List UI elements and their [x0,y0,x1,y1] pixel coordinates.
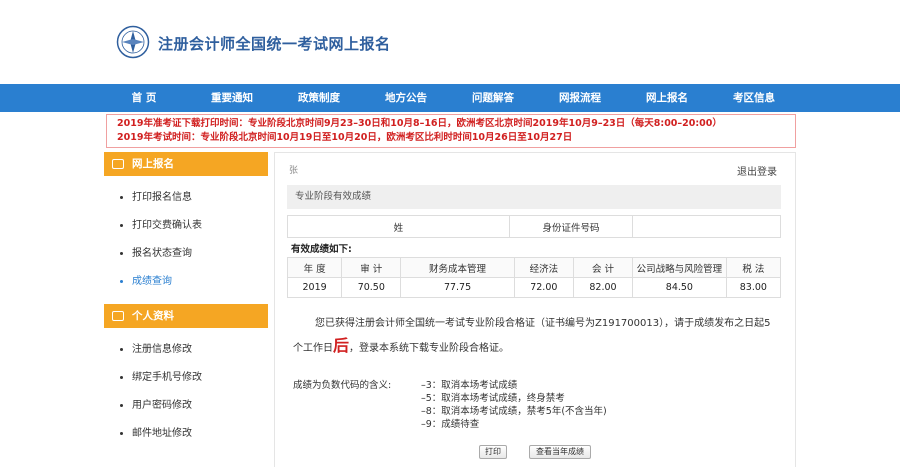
score-cell: 82.00 [572,277,634,298]
column-header: 经济法 [513,257,574,278]
sidebar-item-label: 邮件地址修改 [132,428,192,439]
column-header: 税 法 [725,257,782,278]
score-cell: 2019 [286,277,343,298]
sidebar-head-label: 个人资料 [132,310,174,322]
score-cell: 84.50 [632,277,727,298]
code-item: –9：成绩待查 [421,419,480,430]
sidebar-item-label: 打印交费确认表 [132,220,202,231]
sidebar-item-edit-password[interactable]: 用户密码修改 [120,392,268,420]
notice-exam-time: 2019年考试时间：专业阶段北京时间10月19日至10月20日，欧洲考区比利时时… [117,132,573,143]
sidebar-list-profile: 注册信息修改 绑定手机号修改 用户密码修改 邮件地址修改 [104,328,268,456]
column-header: 审 计 [341,257,402,278]
column-header: 年 度 [286,257,343,278]
name-label: 姓 [287,215,510,238]
certificate-text-emphasis: 后 [333,336,350,355]
bullet-icon [120,403,123,407]
certificate-text-2: ，登录本系统下载专业阶段合格证。 [349,343,510,354]
cicpa-logo-icon[interactable] [116,25,150,59]
sidebar-item-edit-registration[interactable]: 注册信息修改 [120,336,268,364]
main-nav: 首 页 重要通知 政策制度 地方公告 问题解答 网报流程 网上报名 考区信息 [0,84,900,112]
column-header: 会 计 [572,257,634,278]
section-title-bar: 专业阶段有效成绩 [287,185,781,209]
table-row: 2019 70.50 77.75 72.00 82.00 84.50 83.00 [286,277,782,298]
sidebar-item-print-registration[interactable]: 打印报名信息 [120,184,268,212]
score-cell: 77.75 [400,277,515,298]
nav-item-policy[interactable]: 政策制度 [279,84,359,112]
codes-label: 成绩为负数代码的含义: [293,380,392,391]
nav-item-local-announcements[interactable]: 地方公告 [366,84,446,112]
sidebar-item-label: 成绩查询 [132,276,172,287]
sidebar-list-registration: 打印报名信息 打印交费确认表 报名状态查询 成绩查询 [104,176,268,304]
nav-item-process[interactable]: 网报流程 [540,84,620,112]
nav-item-notices[interactable]: 重要通知 [192,84,272,112]
scores-table: 年 度 审 计 财务成本管理 经济法 会 计 公司战略与风险管理 税 法 201… [286,257,782,298]
nav-item-home[interactable]: 首 页 [104,84,184,112]
code-item: –5：取消本场考试成绩，终身禁考 [421,393,565,404]
bullet-icon [120,223,123,227]
header: 注册会计师全国统一考试网上报名 [0,0,900,84]
id-value [632,215,781,238]
nav-item-exam-areas[interactable]: 考区信息 [714,84,794,112]
code-item: –3：取消本场考试成绩 [421,380,518,391]
bullet-icon [120,347,123,351]
sidebar-item-label: 打印报名信息 [132,192,192,203]
monitor-icon [112,159,124,169]
sidebar-item-label: 注册信息修改 [132,344,192,355]
bullet-icon [120,251,123,255]
candidate-info-table: 姓 身份证件号码 [287,215,781,238]
id-label: 身份证件号码 [508,215,634,238]
sidebar-item-edit-phone[interactable]: 绑定手机号修改 [120,364,268,392]
user-greeting: 张 [289,166,299,176]
sidebar-head-label: 网上报名 [132,158,174,170]
bullet-icon [120,375,123,379]
bullet-icon [120,195,123,199]
sidebar-head-registration: 网上报名 [104,152,268,176]
bullet-icon [120,431,123,435]
sidebar-item-score-query[interactable]: 成绩查询 [120,268,268,296]
bullet-icon [120,279,123,283]
sidebar-item-print-payment[interactable]: 打印交费确认表 [120,212,268,240]
notice-box: 2019年准考证下载打印时间：专业阶段北京时间9月23–30日和10月8–16日… [106,114,796,148]
print-button[interactable]: 打印 [479,445,507,459]
sidebar-item-status-query[interactable]: 报名状态查询 [120,240,268,268]
view-current-year-scores-button[interactable]: 查看当年成绩 [529,445,591,459]
column-header: 财务成本管理 [400,257,515,278]
valid-scores-label: 有效成绩如下: [291,244,352,255]
id-card-icon [112,311,124,321]
main-content: 张 退出登录 专业阶段有效成绩 姓 身份证件号码 有效成绩如下: 年 度 审 计… [274,152,796,467]
sidebar-head-profile: 个人资料 [104,304,268,328]
sidebar: 网上报名 打印报名信息 打印交费确认表 报名状态查询 成绩查询 个人资料 注册信… [104,152,268,467]
sidebar-item-label: 用户密码修改 [132,400,192,411]
score-cell: 70.50 [341,277,402,298]
column-header: 公司战略与风险管理 [632,257,727,278]
sidebar-item-label: 绑定手机号修改 [132,372,202,383]
score-cell: 83.00 [725,277,782,298]
notice-admission-ticket: 2019年准考证下载打印时间：专业阶段北京时间9月23–30日和10月8–16日… [117,118,722,129]
nav-item-faq[interactable]: 问题解答 [453,84,533,112]
code-item: –8：取消本场考试成绩，禁考5年(不含当年) [421,406,607,417]
scores-header-row: 年 度 审 计 财务成本管理 经济法 会 计 公司战略与风险管理 税 法 [286,257,782,278]
sidebar-item-label: 报名状态查询 [132,248,192,259]
certificate-message: 您已获得注册会计师全国统一考试专业阶段合格证（证书编号为Z191700013），… [293,313,777,360]
site-title[interactable]: 注册会计师全国统一考试网上报名 [158,33,391,54]
sidebar-item-edit-email[interactable]: 邮件地址修改 [120,420,268,448]
score-cell: 72.00 [513,277,574,298]
nav-item-online-registration[interactable]: 网上报名 [627,84,707,112]
logout-link[interactable]: 退出登录 [737,163,777,178]
